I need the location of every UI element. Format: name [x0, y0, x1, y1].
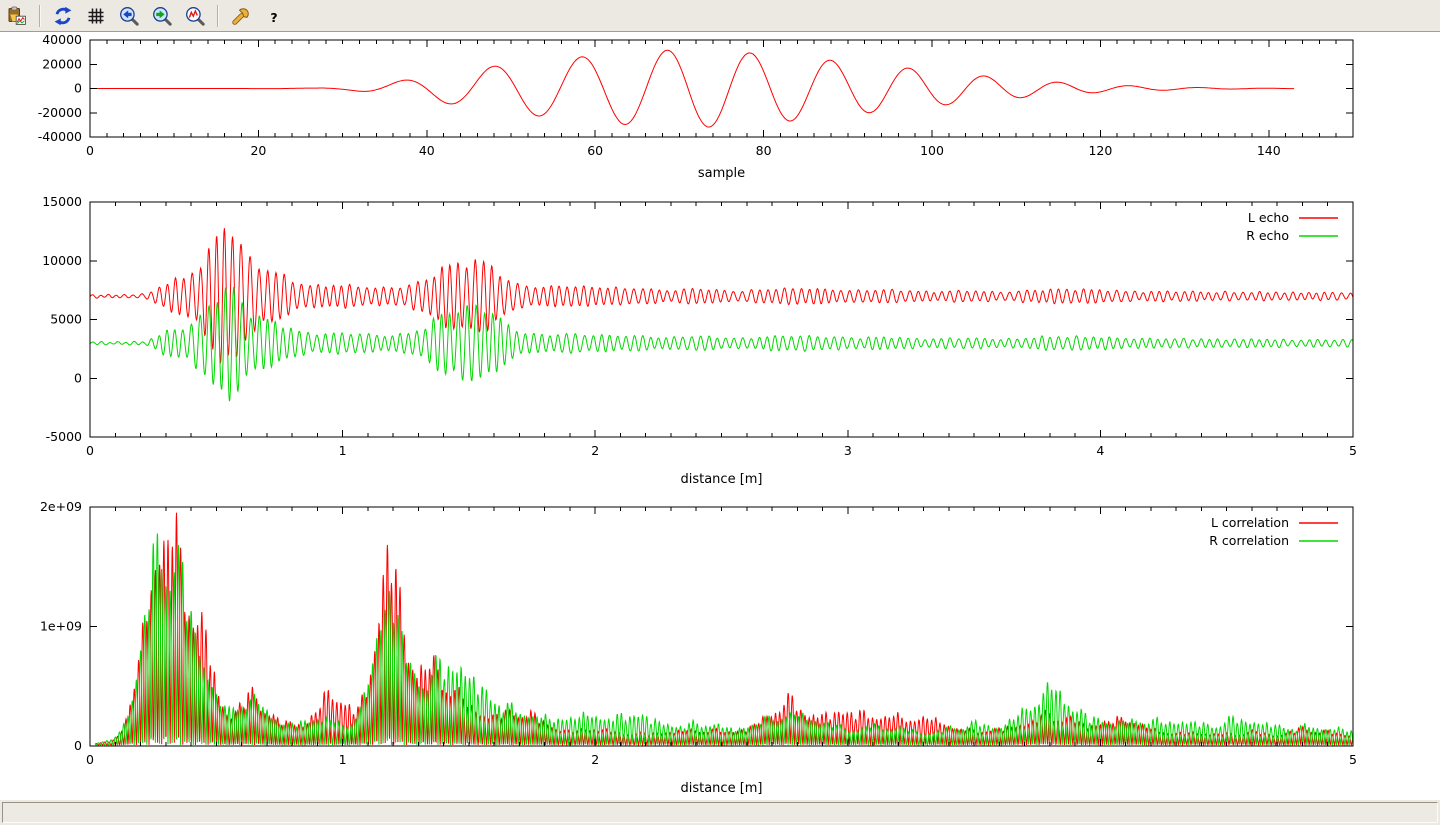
plot-canvas[interactable]: 020406080100120140-40000-200000200004000…: [0, 32, 1440, 800]
y-tick-label: 0: [74, 370, 82, 385]
zoom-next-icon: [152, 6, 172, 26]
x-axis-label: sample: [698, 166, 745, 181]
legend: L correlation R correlation: [1209, 515, 1338, 548]
series-l-correlation-line: [95, 513, 1353, 745]
x-tick-label: 1: [339, 752, 347, 767]
wrench-icon: [231, 6, 251, 26]
toolbar-button-replot[interactable]: [50, 3, 76, 29]
y-tick-label: 0: [74, 81, 82, 96]
charts-svg: 020406080100120140-40000-200000200004000…: [0, 32, 1440, 800]
legend-label: L echo: [1248, 210, 1289, 225]
toolbar-button-help[interactable]: ?: [261, 3, 287, 29]
y-tick-label: 10000: [42, 253, 82, 268]
y-tick-label: 15000: [42, 194, 82, 209]
replot-icon: [53, 6, 73, 26]
x-tick-label: 0: [86, 752, 94, 767]
tick-labels: 0 1 2 3 4 5 -5000 0 5000 10000 15000: [42, 194, 1357, 458]
series-group: [90, 50, 1294, 127]
chart-3: 0 1 2 3 4 5 0 1e+09 2e+09 distance [m] L correlati…: [40, 499, 1357, 796]
toolbar-button-zoom-next[interactable]: [149, 3, 175, 29]
y-tick-label: -5000: [46, 429, 82, 444]
x-tick-label: 120: [1088, 143, 1112, 158]
help-icon: ?: [264, 6, 284, 26]
x-axis-label: distance [m]: [680, 472, 762, 487]
toolbar: ?: [0, 0, 1440, 32]
y-tick-label: 0: [74, 738, 82, 753]
x-tick-label: 80: [756, 143, 772, 158]
status-bar-container: [0, 800, 1440, 825]
legend-label: R correlation: [1209, 533, 1289, 548]
tick-labels: 0 1 2 3 4 5 0 1e+09 2e+09: [40, 499, 1357, 767]
chart-2: 0 1 2 3 4 5 -5000 0 5000 10000 15000 distance [m] L …: [42, 194, 1357, 487]
legend-label: L correlation: [1211, 515, 1289, 530]
x-tick-label: 4: [1096, 443, 1104, 458]
y-tick-label: 2e+09: [40, 499, 82, 514]
clipboard-chart-icon: [7, 6, 27, 26]
y-tick-label: 20000: [42, 56, 82, 71]
zoom-autoscale-icon: [185, 6, 205, 26]
series-group: [90, 228, 1353, 401]
legend: L echo R echo: [1246, 210, 1338, 243]
x-tick-label: 100: [920, 143, 944, 158]
x-tick-label: 0: [86, 443, 94, 458]
x-tick-label: 2: [591, 752, 599, 767]
toolbar-button-copy-to-clipboard[interactable]: [4, 3, 30, 29]
y-tick-label: -40000: [38, 129, 82, 144]
toolbar-separator: [39, 5, 41, 27]
x-tick-label: 1: [339, 443, 347, 458]
x-tick-label: 20: [250, 143, 266, 158]
y-tick-label: -20000: [38, 105, 82, 120]
plot-border: [90, 202, 1353, 437]
x-tick-label: 4: [1096, 752, 1104, 767]
x-tick-label: 3: [844, 443, 852, 458]
zoom-previous-icon: [119, 6, 139, 26]
toolbar-button-toggle-grid[interactable]: [83, 3, 109, 29]
series-pulse-line: [90, 50, 1294, 127]
x-tick-label: 140: [1257, 143, 1281, 158]
y-tick-label: 1e+09: [40, 619, 82, 634]
x-tick-label: 2: [591, 443, 599, 458]
axis-ticks: [90, 202, 1353, 437]
series-r-echo-line: [90, 288, 1353, 402]
toolbar-button-autoscale[interactable]: [182, 3, 208, 29]
toolbar-separator: [217, 5, 219, 27]
x-axis-label: distance [m]: [680, 781, 762, 796]
x-tick-label: 5: [1349, 752, 1357, 767]
legend-label: R echo: [1246, 228, 1289, 243]
chart-1: 0 20 40 60 80 100 120 140 -40000 -20000 0 20000 4000…: [38, 32, 1353, 181]
x-tick-label: 5: [1349, 443, 1357, 458]
tick-labels: 0 20 40 60 80 100 120 140 -40000 -20000 0 20000 4000…: [38, 32, 1281, 158]
series-group: [95, 513, 1353, 745]
status-bar: [2, 802, 1438, 823]
svg-text:?: ?: [270, 10, 277, 25]
grid-icon: [86, 6, 106, 26]
toolbar-button-configure[interactable]: [228, 3, 254, 29]
y-tick-label: 40000: [42, 32, 82, 47]
x-tick-label: 60: [587, 143, 603, 158]
plot-border: [90, 507, 1353, 746]
gnuplot-window: ? 020406080100120140-40000-2000002000040…: [0, 0, 1440, 825]
x-tick-label: 3: [844, 752, 852, 767]
series-r-correlation-line: [95, 534, 1353, 746]
y-tick-label: 5000: [50, 312, 82, 327]
toolbar-button-zoom-previous[interactable]: [116, 3, 142, 29]
x-tick-label: 0: [86, 143, 94, 158]
x-tick-label: 40: [419, 143, 435, 158]
axis-ticks: [90, 507, 1353, 746]
